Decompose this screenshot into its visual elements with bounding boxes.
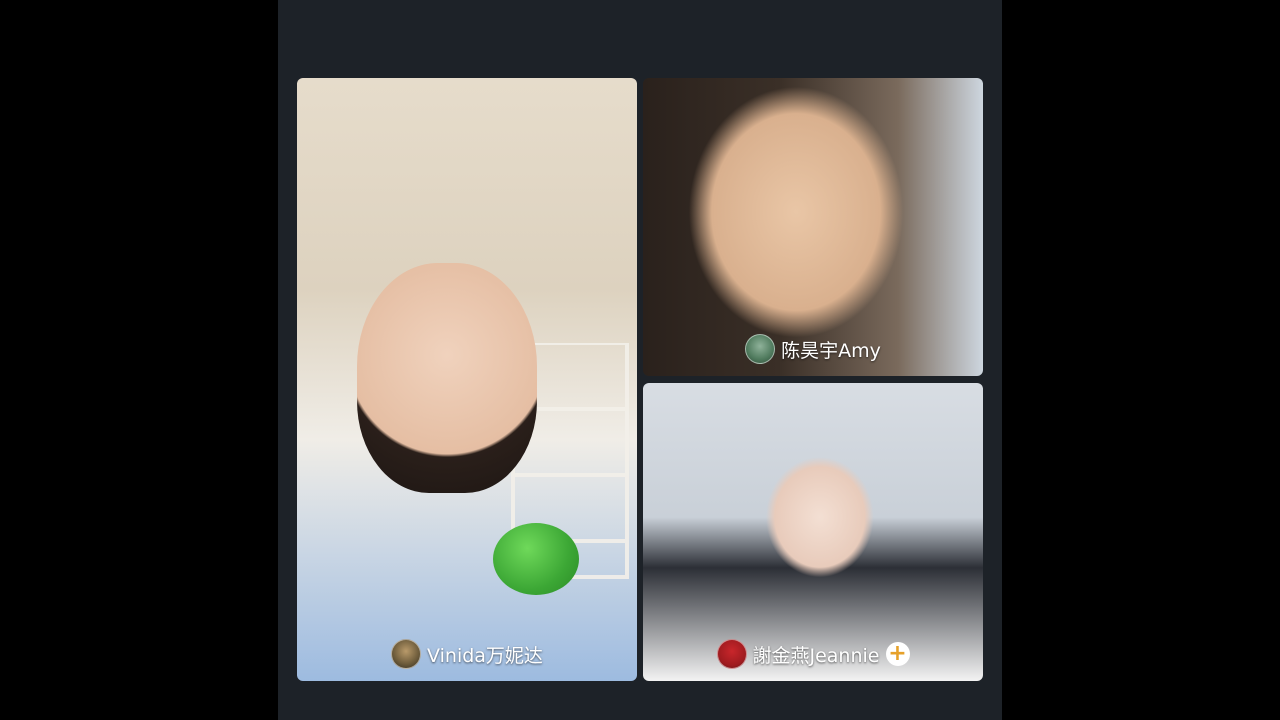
green-microphone [493,523,579,595]
video-tile-amy[interactable]: 陈昊宇Amy [643,78,983,376]
participant-video [357,263,537,493]
plus-icon[interactable]: + [885,642,910,666]
video-feed [643,383,983,681]
video-tile-jeannie[interactable]: 謝金燕Jeannie + [643,383,983,681]
video-tile-vinida[interactable]: Vinida万妮达 [297,78,637,681]
video-feed [643,78,983,376]
call-stage: Vinida万妮达 陈昊宇Amy 謝金燕Jeannie + [278,0,1002,720]
